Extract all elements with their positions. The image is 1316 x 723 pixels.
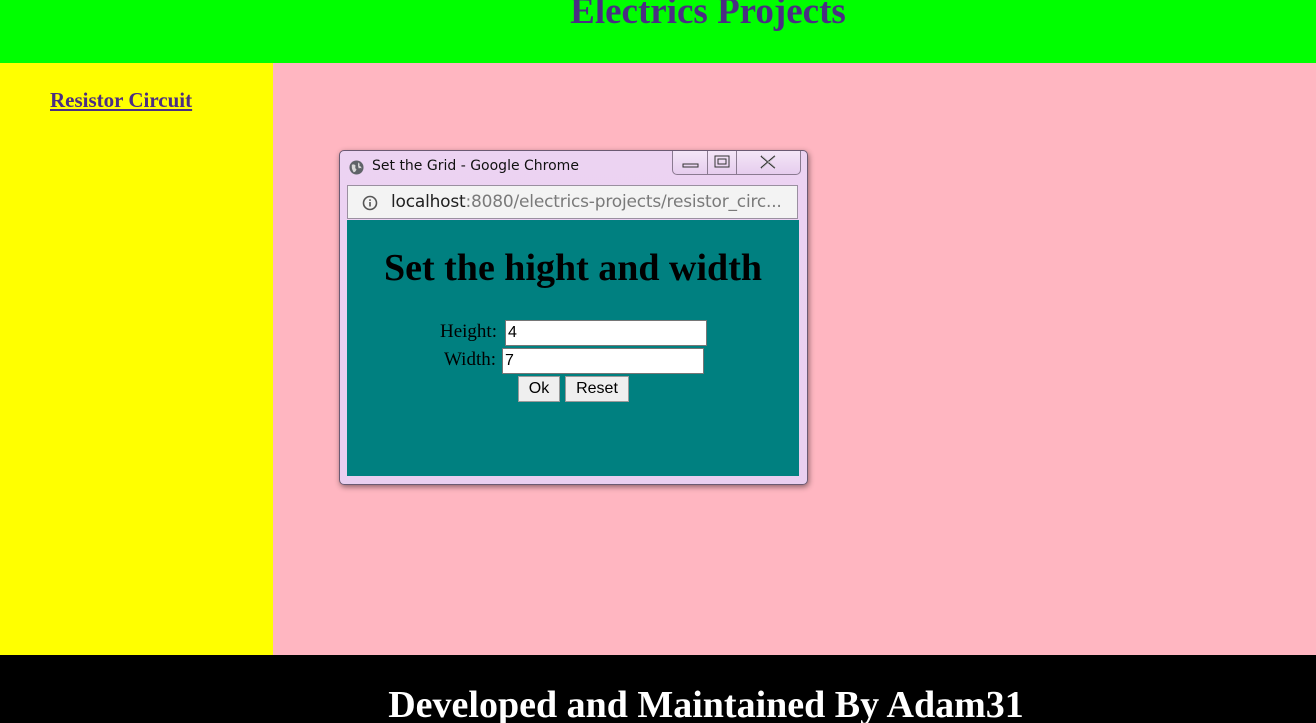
site-header: Electrics Projects xyxy=(0,0,1316,63)
width-label: Width: xyxy=(444,349,497,370)
close-icon xyxy=(760,155,776,169)
maximize-button[interactable] xyxy=(708,151,737,174)
reset-button[interactable]: Reset xyxy=(565,376,629,402)
window-controls xyxy=(672,151,801,175)
popup-content: Set the hight and width Height: Width: O… xyxy=(347,220,799,476)
address-path: :8080/electrics-projects/resistor_circ..… xyxy=(465,192,782,212)
address-bar[interactable]: localhost:8080/electrics-projects/resist… xyxy=(347,185,798,219)
address-url: localhost:8080/electrics-projects/resist… xyxy=(391,192,782,212)
dialog-heading: Set the hight and width xyxy=(384,247,762,289)
close-button[interactable] xyxy=(737,151,800,174)
width-input[interactable] xyxy=(502,348,704,374)
popup-window-title: Set the Grid - Google Chrome xyxy=(372,158,579,174)
height-label: Height: xyxy=(440,321,497,342)
sidebar: Resistor Circuit xyxy=(0,63,273,655)
footer-credit: Developed and Maintained By Adam31 xyxy=(388,684,1024,723)
minimize-icon xyxy=(682,163,699,168)
info-icon[interactable] xyxy=(362,195,378,211)
site-title: Electrics Projects xyxy=(570,0,846,32)
ok-button[interactable]: Ok xyxy=(518,376,560,402)
site-footer: Developed and Maintained By Adam31 xyxy=(0,655,1316,723)
globe-icon xyxy=(349,160,364,175)
popup-titlebar[interactable]: Set the Grid - Google Chrome xyxy=(340,151,807,183)
minimize-button[interactable] xyxy=(673,151,708,174)
popup-window: Set the Grid - Google Chrome localhost:8… xyxy=(339,150,808,485)
sidebar-link-resistor-circuit[interactable]: Resistor Circuit xyxy=(50,88,192,113)
maximize-icon xyxy=(714,155,730,168)
height-input[interactable] xyxy=(505,320,707,346)
address-host: localhost xyxy=(391,192,466,212)
